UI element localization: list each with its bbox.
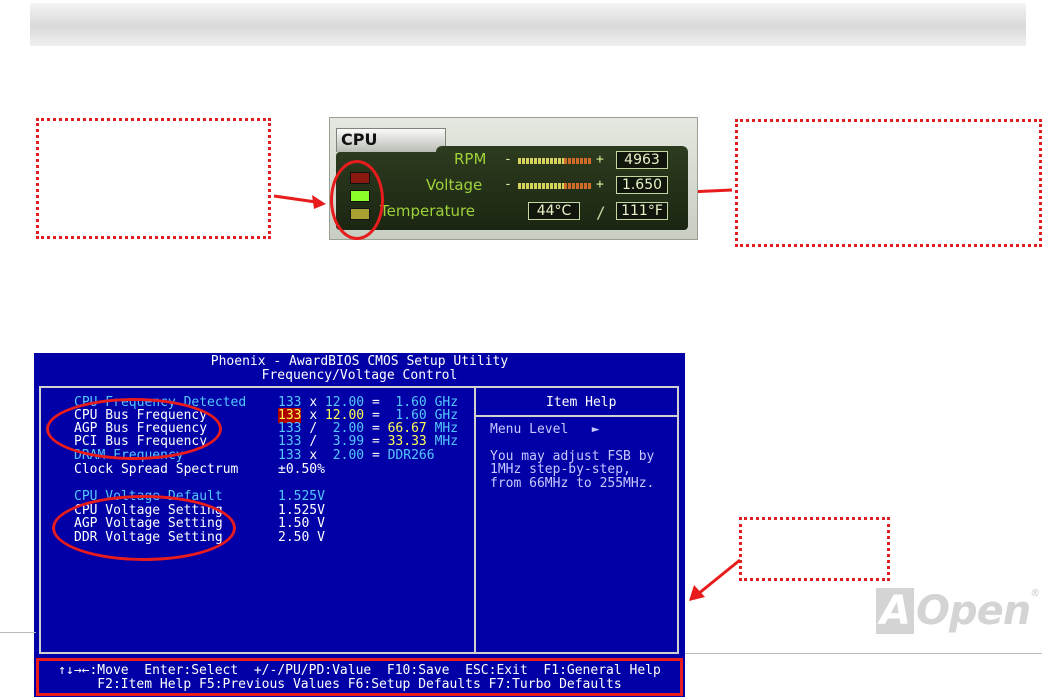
temp-celsius-box: 44°C — [528, 202, 580, 220]
help-text-line-2: 1MHz step-by-step, — [490, 462, 631, 477]
value-eq: = — [371, 434, 380, 449]
temp-celsius-value: 44 — [536, 203, 555, 219]
voltage-minus: - — [504, 177, 512, 192]
rpm-label: RPM — [454, 150, 487, 168]
callout-box-left — [36, 118, 271, 239]
row-6-value: 1.525V — [278, 489, 325, 504]
voltage-setting-highlight-ellipse — [52, 495, 236, 561]
arrow-bios-icon — [689, 558, 741, 601]
value-a: 133 — [278, 448, 302, 463]
logo-mark: A — [876, 588, 914, 634]
callout-box-right — [735, 119, 1042, 247]
help-text-line-3: from 66MHz to 255MHz. — [490, 476, 655, 491]
bios-help-separator — [476, 415, 679, 417]
bios-subtitle: Frequency/Voltage Control — [261, 368, 458, 383]
voltage-plus: + — [596, 177, 604, 192]
rpm-minus: - — [504, 152, 512, 167]
cpu-monitor-widget: CPU RPM - + 4963 Voltage - + 1.650 Tempe… — [329, 117, 698, 240]
menu-level-text: Menu Level ► — [490, 422, 600, 437]
footer-keys-line-2: F2:Item Help F5:Previous Values F6:Setup… — [97, 677, 622, 692]
bottom-rule-right — [685, 653, 1042, 654]
row-9-value[interactable]: 2.50 V — [278, 531, 325, 544]
cpu-monitor-panel: RPM - + 4963 Voltage - + 1.650 Temperatu… — [336, 146, 688, 230]
led-highlight-ellipse — [330, 160, 384, 240]
value-unit: MHz — [434, 434, 459, 449]
bus-frequency-highlight-ellipse — [46, 398, 222, 460]
row-5-value[interactable]: ±0.50% — [278, 463, 325, 476]
row-label-clock-spread-spectrum[interactable]: Clock Spread Spectrum — [74, 463, 238, 476]
bios-title: Phoenix - AwardBIOS CMOS Setup Utility — [210, 354, 509, 369]
value-b: 3.99 — [332, 434, 365, 449]
bios-footer: ↑↓→←:Move Enter:Select +/-/PU/PD:Value F… — [36, 658, 683, 696]
footer-keys-line-1: ↑↓→←:Move Enter:Select +/-/PU/PD:Value F… — [58, 663, 661, 678]
temp-fahrenheit-box: 111°F — [616, 202, 668, 220]
temp-separator: / — [596, 203, 606, 222]
logo-text: Open — [915, 588, 1031, 634]
aopen-logo: A Open® — [876, 588, 1040, 634]
temperature-label: Temperature — [380, 202, 476, 220]
bios-divider — [474, 386, 476, 654]
item-help-title: Item Help — [546, 395, 617, 410]
rpm-meter — [518, 158, 592, 164]
temp-fahrenheit-unit: °F — [647, 203, 663, 219]
value-c: DDR266 — [387, 448, 435, 463]
rpm-value: 4963 — [616, 151, 668, 169]
value-a: 133 — [278, 434, 302, 449]
value-b: 2.00 — [332, 448, 365, 463]
temp-fahrenheit-value: 111 — [621, 203, 648, 219]
value-eq: = — [371, 448, 380, 463]
callout-box-bios — [739, 517, 890, 581]
bottom-rule-left — [0, 632, 36, 633]
row-4-value: 133 x 2.00 = DDR266 — [278, 449, 435, 462]
voltage-label: Voltage — [426, 176, 483, 194]
logo-reg: ® — [1030, 588, 1040, 599]
row-3-value: 133 / 3.99 = 33.33 MHz — [278, 435, 458, 448]
voltage-meter — [518, 183, 592, 189]
value-c: 33.33 — [387, 434, 427, 449]
arrow-left-icon — [273, 194, 326, 209]
cpu-tab-title: CPU — [336, 128, 446, 152]
rpm-plus: + — [596, 152, 604, 167]
header-band — [30, 3, 1026, 46]
value-op: x — [309, 448, 318, 463]
value-op: / — [309, 434, 318, 449]
row-8-value[interactable]: 1.50 V — [278, 517, 325, 530]
voltage-value: 1.650 — [616, 176, 668, 194]
temp-celsius-unit: °C — [554, 203, 572, 219]
